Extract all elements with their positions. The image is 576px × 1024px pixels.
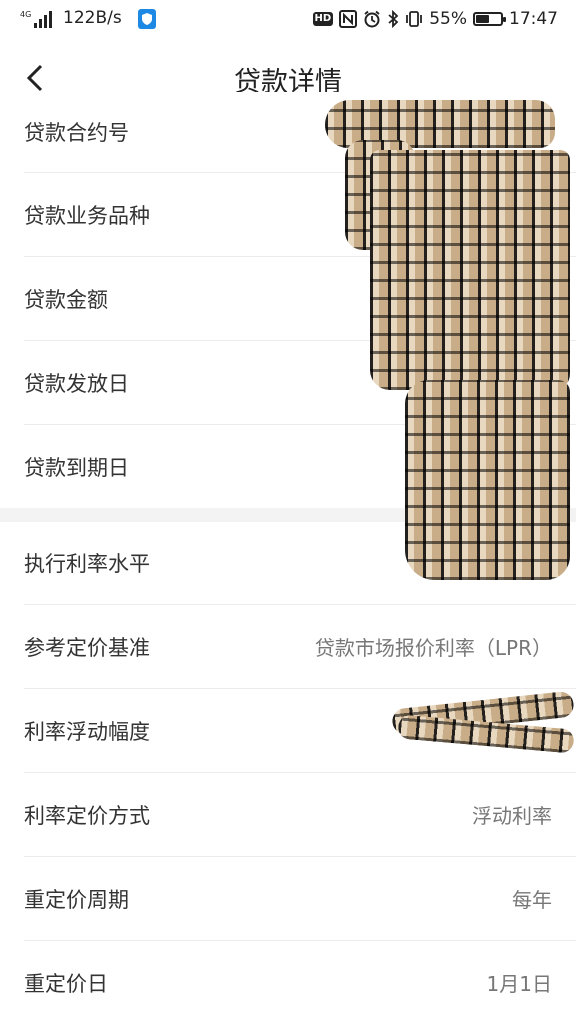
detail-row-pricing-benchmark[interactable]: 参考定价基准 贷款市场报价利率（LPR） <box>0 605 576 688</box>
detail-label: 贷款业务品种 <box>24 203 150 228</box>
detail-row-repricing-cycle[interactable]: 重定价周期 每年 <box>0 857 576 940</box>
detail-row-pricing-method[interactable]: 利率定价方式 浮动利率 <box>0 773 576 856</box>
detail-row-exec-rate[interactable]: 执行利率水平 <box>0 522 576 604</box>
detail-label: 贷款合约号 <box>24 121 129 145</box>
status-bar: 4G 122B/s HD 55% 17:47 <box>0 0 576 40</box>
shield-app-icon <box>138 9 156 29</box>
detail-label: 重定价日 <box>24 971 108 996</box>
detail-label: 贷款到期日 <box>24 455 129 480</box>
section-gap <box>0 508 576 522</box>
vibrate-icon <box>406 11 423 27</box>
detail-row-business-type[interactable]: 贷款业务品种 <box>0 173 576 256</box>
detail-value: 贷款市场报价利率（LPR） <box>314 636 552 660</box>
network-speed: 122B/s <box>63 8 122 28</box>
status-icons: HD 55% 17:47 <box>312 6 558 32</box>
battery-percent: 55% <box>429 9 467 29</box>
detail-row-contract-no[interactable]: 贷款合约号 <box>0 92 576 172</box>
detail-value: 1月1日 <box>486 972 552 996</box>
detail-value: 每年 <box>512 888 552 912</box>
detail-label: 重定价周期 <box>24 887 129 912</box>
detail-label: 贷款金额 <box>24 287 108 312</box>
detail-label: 利率定价方式 <box>24 803 150 828</box>
clock: 17:47 <box>509 9 558 29</box>
detail-label: 利率浮动幅度 <box>24 719 150 744</box>
detail-label: 参考定价基准 <box>24 635 150 660</box>
nfc-icon <box>339 10 358 28</box>
svg-text:4G: 4G <box>20 10 31 19</box>
battery-fill <box>476 15 489 23</box>
detail-label: 执行利率水平 <box>24 552 150 576</box>
detail-value: 浮动利率 <box>472 804 552 828</box>
alarm-icon <box>364 10 380 28</box>
detail-label: 贷款发放日 <box>24 371 129 396</box>
detail-row-amount[interactable]: 贷款金额 <box>0 257 576 340</box>
detail-row-repricing-date[interactable]: 重定价日 1月1日 <box>0 941 576 1024</box>
bluetooth-icon <box>388 10 399 28</box>
detail-row-rate-float[interactable]: 利率浮动幅度 <box>0 689 576 772</box>
hd-icon: HD <box>312 12 334 26</box>
detail-row-due-date[interactable]: 贷款到期日 <box>0 425 576 508</box>
battery-icon <box>473 12 506 26</box>
detail-row-issue-date[interactable]: 贷款发放日 <box>0 341 576 424</box>
signal-icon: 4G <box>20 10 52 28</box>
